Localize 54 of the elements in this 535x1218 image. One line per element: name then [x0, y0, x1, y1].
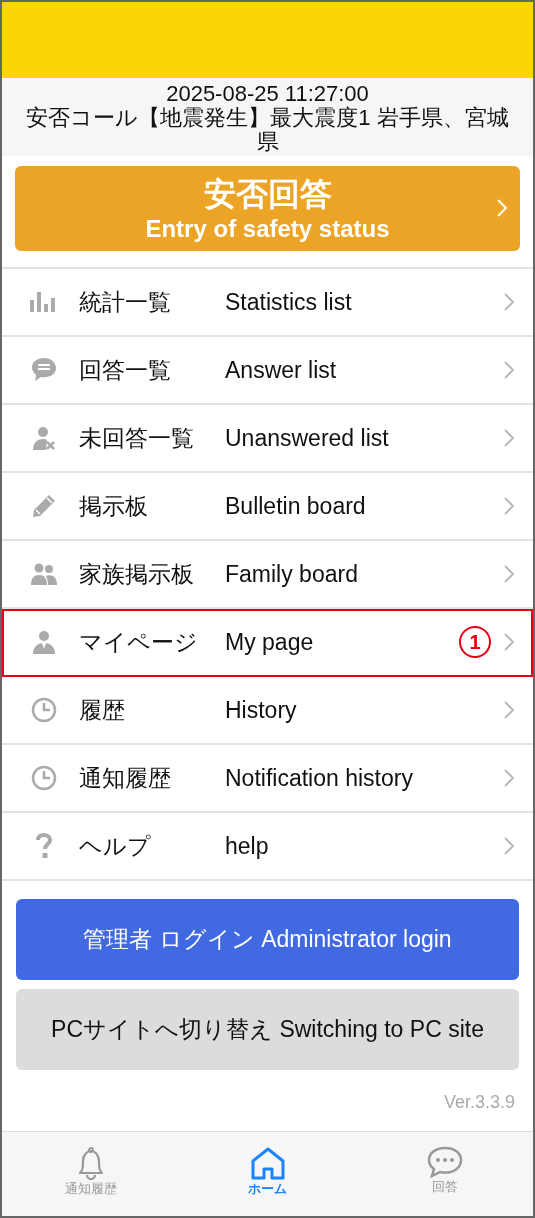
version-label: Ver.3.3.9	[443, 1092, 515, 1112]
user-cross-icon	[31, 426, 56, 450]
menu-label-english: History	[225, 696, 298, 724]
menu-item[interactable]: 未回答一覧 Unanswered list	[2, 405, 533, 473]
chevron-right-icon	[503, 700, 515, 720]
chevron-right-icon	[496, 198, 508, 218]
menu-item[interactable]: 家族掲示板 Family board	[2, 541, 533, 609]
menu-label: ヘルプ	[79, 831, 152, 861]
menu-label: 履歴	[79, 695, 126, 725]
clock-icon	[30, 697, 57, 723]
menu-label: 統計一覧	[79, 287, 172, 317]
speech-bubble-icon	[30, 357, 57, 383]
menu-label-english: Statistics list	[225, 288, 353, 316]
chevron-right-icon	[503, 360, 515, 380]
users-icon	[30, 563, 57, 585]
menu-label-english: Answer list	[225, 356, 338, 384]
chevron-right-icon	[503, 632, 515, 652]
home-icon	[249, 1146, 286, 1180]
menu-item[interactable]: マイページ My page 1	[2, 609, 533, 677]
menu-item[interactable]: ヘルプ help	[2, 813, 533, 881]
menu-label: 未回答一覧	[79, 423, 195, 453]
menu-label: 掲示板	[79, 491, 149, 521]
menu-item[interactable]: 掲示板 Bulletin board	[2, 473, 533, 541]
menu-label: 家族掲示板	[79, 559, 195, 589]
menu-item[interactable]: 履歴 History	[2, 677, 533, 745]
chat-icon	[426, 1146, 463, 1178]
administrator-login-button[interactable]: 管理者 ログイン Administrator login	[16, 899, 519, 980]
pencil-icon	[31, 494, 56, 518]
chevron-right-icon	[503, 564, 515, 584]
notice-datetime: 2025-08-25 11:27:00	[165, 82, 370, 106]
menu-item[interactable]: 統計一覧 Statistics list	[2, 269, 533, 337]
menu-label-english: Bulletin board	[225, 492, 367, 520]
bar-chart-icon	[30, 292, 57, 312]
pc-site-button[interactable]: PCサイトへ切り替え Switching to PC site	[16, 989, 519, 1070]
menu-label: マイページ	[79, 627, 199, 657]
menu-label-english: Family board	[225, 560, 359, 588]
menu-item[interactable]: 通知履歴 Notification history	[2, 745, 533, 813]
chevron-right-icon	[503, 496, 515, 516]
clock-icon	[30, 765, 57, 791]
menu-label: 回答一覧	[79, 355, 172, 385]
chevron-right-icon	[503, 292, 515, 312]
menu-label-english: help	[225, 832, 270, 860]
chevron-right-icon	[503, 768, 515, 788]
chevron-right-icon	[503, 836, 515, 856]
user-icon	[32, 630, 55, 654]
menu-label-english: Unanswered list	[225, 424, 390, 452]
menu-label-english: My page	[225, 628, 315, 656]
notice-message: 安否コール【地震発生】最大震度1 岩手県、宮城県	[25, 106, 510, 154]
menu-item[interactable]: 回答一覧 Answer list	[2, 337, 533, 405]
chevron-right-icon	[503, 428, 515, 448]
callout-number: 1	[459, 626, 491, 658]
menu-label-english: Notification history	[225, 764, 414, 792]
menu-label: 通知履歴	[79, 763, 172, 793]
help-icon	[34, 833, 53, 859]
